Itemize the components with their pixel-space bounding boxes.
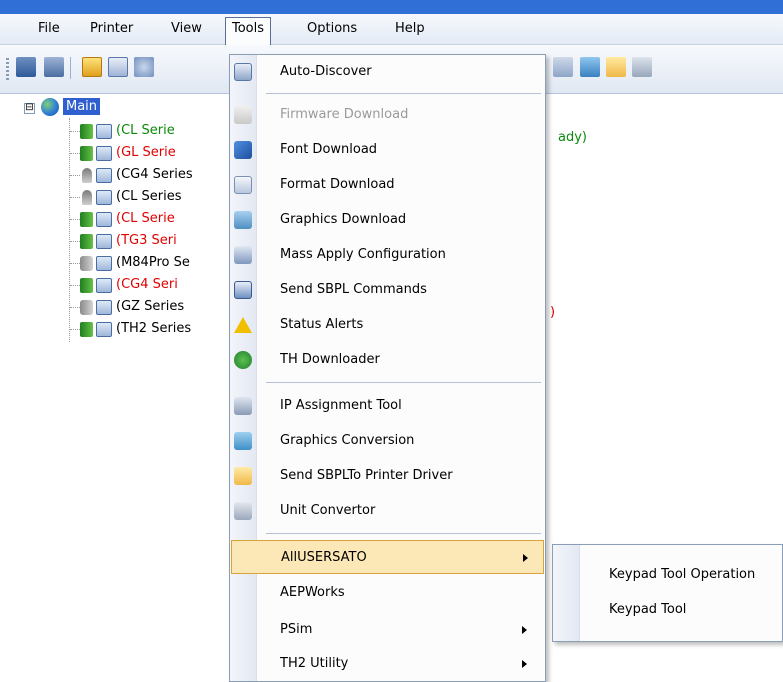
gray-adapter-icon bbox=[80, 256, 93, 271]
menu-item-graphics-conversion[interactable]: Graphics Conversion bbox=[230, 424, 545, 458]
font-download-icon bbox=[234, 141, 252, 159]
usb-icon bbox=[82, 168, 92, 183]
toolbar-folder-icon[interactable] bbox=[606, 57, 626, 77]
submenu-arrow-icon bbox=[522, 660, 527, 668]
menu-item-th-downloader[interactable]: TH Downloader bbox=[230, 343, 545, 377]
tree-root-main[interactable]: Main bbox=[63, 98, 101, 115]
menu-item-psim[interactable]: PSim bbox=[230, 613, 545, 647]
menu-item-font-download[interactable]: Font Download bbox=[230, 133, 545, 167]
green-adapter-icon bbox=[80, 278, 93, 293]
firmware-download-icon bbox=[234, 106, 252, 124]
menu-bar: File Printer View Tools Options Help bbox=[0, 14, 783, 45]
menu-item-ip-assignment-tool[interactable]: IP Assignment Tool bbox=[230, 389, 545, 423]
tree-node-status-text: ady) bbox=[558, 130, 587, 145]
calculator-icon bbox=[234, 502, 252, 520]
tree-node-label: (CL Serie bbox=[116, 123, 175, 138]
green-adapter-icon bbox=[80, 212, 93, 227]
menu-item-graphics-download[interactable]: Graphics Download bbox=[230, 203, 545, 237]
menu-item-allusersato[interactable]: AllUSERSATO bbox=[231, 540, 544, 574]
menu-item-unit-convertor[interactable]: Unit Convertor bbox=[230, 494, 545, 528]
menu-printer[interactable]: Printer bbox=[84, 18, 139, 40]
menu-item-mass-apply-configuration[interactable]: Mass Apply Configuration bbox=[230, 238, 545, 272]
toolbar-calculator-icon[interactable] bbox=[632, 57, 652, 77]
menu-item-th2-utility[interactable]: TH2 Utility bbox=[230, 647, 545, 681]
format-download-icon bbox=[234, 176, 252, 194]
printer-icon bbox=[96, 190, 112, 205]
printer-icon bbox=[96, 234, 112, 249]
green-adapter-icon bbox=[80, 124, 93, 139]
tree-node-status-text: ) bbox=[550, 305, 556, 320]
printer-icon bbox=[96, 278, 112, 293]
printer-icon bbox=[96, 124, 112, 139]
toolbar-ip-icon[interactable] bbox=[553, 57, 573, 77]
menu-item-auto-discover[interactable]: Auto-Discover bbox=[230, 55, 545, 89]
menu-item-firmware-download[interactable]: Firmware Download bbox=[230, 98, 545, 132]
graphics-download-icon bbox=[234, 211, 252, 229]
menu-item-status-alerts[interactable]: Status Alerts bbox=[230, 308, 545, 342]
window-title-strip bbox=[0, 0, 783, 14]
folder-icon bbox=[234, 467, 252, 485]
menu-file[interactable]: File bbox=[32, 18, 66, 40]
submenu-item-keypad-tool[interactable]: Keypad Tool bbox=[553, 593, 782, 627]
tree-node-label: (CG4 Seri bbox=[116, 277, 178, 292]
toolbar-grip[interactable] bbox=[6, 58, 9, 80]
warning-icon bbox=[234, 317, 252, 333]
green-adapter-icon bbox=[80, 146, 93, 161]
submenu-arrow-icon bbox=[522, 626, 527, 634]
tree-node-label: (GZ Series bbox=[116, 299, 185, 314]
toolbar-discover-icon[interactable] bbox=[108, 57, 128, 77]
aep-icon bbox=[234, 351, 252, 369]
globe-icon bbox=[41, 98, 59, 116]
submenu-arrow-icon bbox=[523, 554, 528, 562]
tree-node-label: (CG4 Series bbox=[116, 167, 193, 182]
send-sbpl-icon bbox=[234, 281, 252, 299]
tree-node-label: (TH2 Series bbox=[116, 321, 192, 336]
menu-separator bbox=[266, 382, 541, 383]
toolbar-image-icon[interactable] bbox=[580, 57, 600, 77]
green-adapter-icon bbox=[80, 234, 93, 249]
menu-item-format-download[interactable]: Format Download bbox=[230, 168, 545, 202]
mass-apply-icon bbox=[234, 246, 252, 264]
printer-icon bbox=[96, 256, 112, 271]
printer-icon bbox=[96, 168, 112, 183]
menu-options[interactable]: Options bbox=[301, 18, 363, 40]
graphics-conversion-icon bbox=[234, 432, 252, 450]
tree-node-label: (CL Series bbox=[116, 189, 182, 204]
printer-icon bbox=[96, 146, 112, 161]
auto-discover-icon bbox=[234, 63, 252, 81]
tree-node-label: (CL Serie bbox=[116, 211, 175, 226]
menu-tools[interactable]: Tools bbox=[225, 17, 272, 45]
toolbar-tree-icon[interactable] bbox=[44, 57, 64, 77]
green-adapter-icon bbox=[80, 322, 93, 337]
toolbar-network-icon[interactable] bbox=[16, 57, 36, 77]
allusersato-submenu: Keypad Tool Operation Keypad Tool bbox=[552, 544, 783, 642]
toolbar-properties-icon[interactable] bbox=[82, 57, 102, 77]
menu-view[interactable]: View bbox=[165, 18, 208, 40]
toolbar-search-icon[interactable] bbox=[134, 57, 154, 77]
menu-item-aepworks[interactable]: AEPWorks bbox=[230, 576, 545, 610]
tree-node-label: (TG3 Seri bbox=[116, 233, 177, 248]
printer-icon bbox=[96, 322, 112, 337]
printer-icon bbox=[96, 300, 112, 315]
menu-help[interactable]: Help bbox=[389, 18, 431, 40]
menu-item-send-sbpl-commands[interactable]: Send SBPL Commands bbox=[230, 273, 545, 307]
menu-separator bbox=[266, 93, 541, 94]
tree-collapse-toggle[interactable]: ⊟ bbox=[24, 103, 35, 114]
menu-separator bbox=[266, 533, 541, 534]
usb-icon bbox=[82, 190, 92, 205]
toolbar-separator bbox=[70, 57, 71, 79]
tree-node-label: (M84Pro Se bbox=[116, 255, 190, 270]
ip-assignment-icon bbox=[234, 397, 252, 415]
gray-adapter-icon bbox=[80, 300, 93, 315]
submenu-item-keypad-tool-operation[interactable]: Keypad Tool Operation bbox=[553, 558, 782, 592]
tools-menu-dropdown: Auto-Discover Firmware Download Font Dow… bbox=[229, 54, 546, 682]
printer-icon bbox=[96, 212, 112, 227]
menu-item-send-sbplto-printer-driver[interactable]: Send SBPLTo Printer Driver bbox=[230, 459, 545, 493]
tree-node-label: (GL Serie bbox=[116, 145, 176, 160]
